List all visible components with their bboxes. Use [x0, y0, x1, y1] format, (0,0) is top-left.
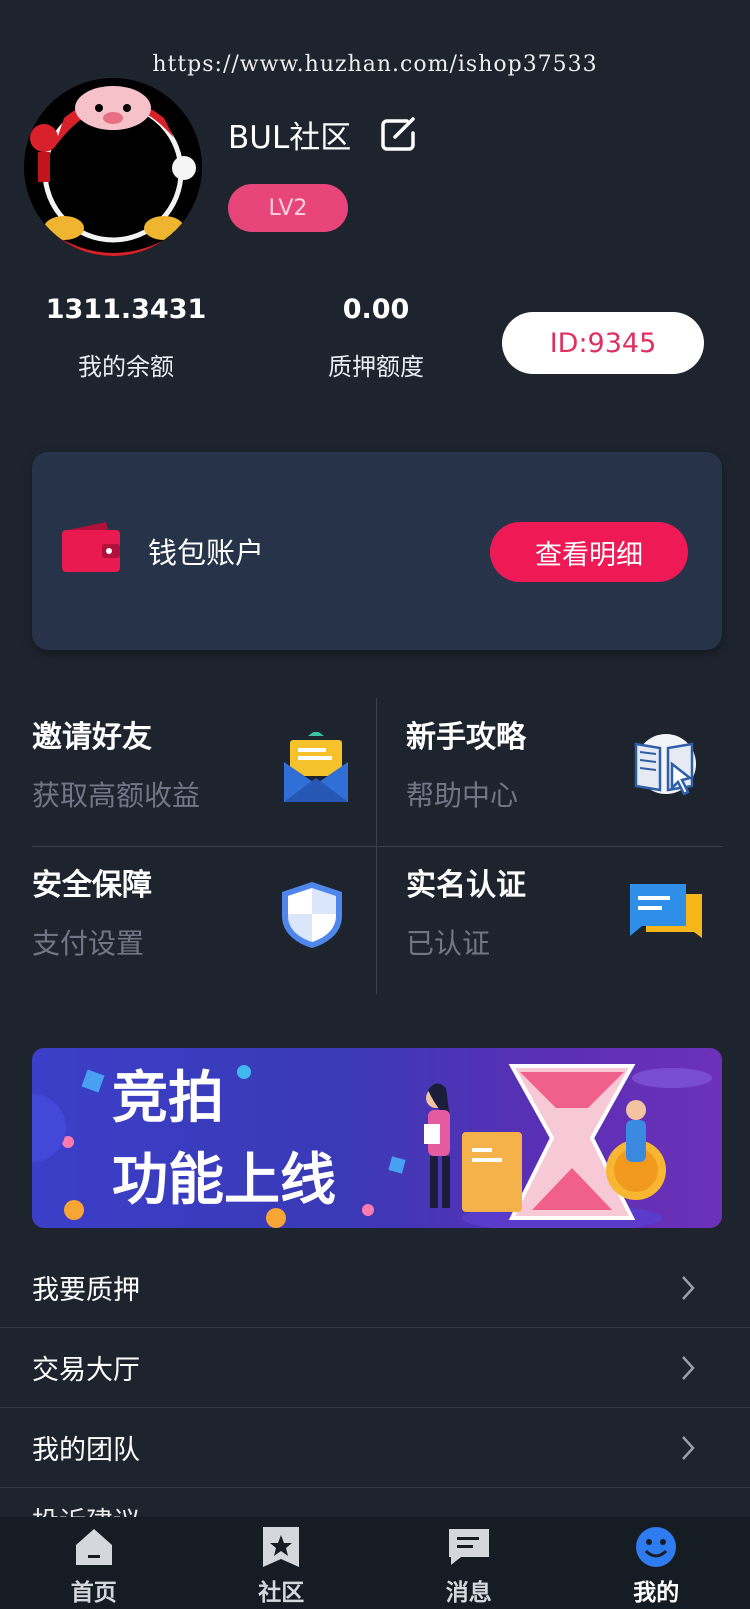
tab-community[interactable]: 社区 — [188, 1519, 375, 1607]
watermark-url: https://www.huzhan.com/ishop37533 — [152, 52, 598, 77]
tab-home[interactable]: 首页 — [0, 1519, 187, 1607]
tab-label: 我的 — [633, 1580, 680, 1606]
menu-item-my-team[interactable]: 我的团队 — [0, 1408, 750, 1488]
user-id-pill[interactable]: ID:9345 — [502, 312, 704, 374]
tab-label: 社区 — [258, 1580, 305, 1606]
menu-item-label: 交易大厅 — [32, 1355, 140, 1386]
wallet-icon — [62, 522, 120, 572]
chat-card-icon — [626, 876, 706, 948]
balance-label: 我的余额 — [78, 353, 174, 381]
menu-item-label: 我的团队 — [32, 1435, 140, 1466]
pledge-value: 0.00 — [342, 294, 410, 325]
edit-icon[interactable] — [377, 113, 421, 157]
view-details-button[interactable]: 查看明细 — [490, 522, 688, 582]
banner-line2: 功能上线 — [112, 1148, 336, 1213]
banner-line1: 竞拍 — [112, 1066, 224, 1131]
grid-item-subtitle: 已认证 — [406, 927, 491, 960]
pledge-label: 质押额度 — [328, 353, 424, 381]
level-badge: LV2 — [228, 184, 348, 232]
grid-item-subtitle: 帮助中心 — [406, 779, 519, 812]
grid-item-guide[interactable]: 新手攻略 帮助中心 — [32, 698, 722, 846]
banner-headline: 竞拍 功能上线 — [112, 1058, 336, 1222]
username: BUL社区 — [228, 112, 421, 157]
menu-item-label: 我要质押 — [32, 1275, 140, 1306]
grid-item-verification[interactable]: 实名认证 已认证 — [32, 846, 722, 994]
chevron-right-icon — [682, 1355, 695, 1380]
grid-item-title: 新手攻略 — [406, 720, 526, 755]
message-icon — [448, 1529, 489, 1565]
menu-item-trading-hall[interactable]: 交易大厅 — [0, 1328, 750, 1408]
tab-messages[interactable]: 消息 — [375, 1519, 562, 1607]
wallet-card: 钱包账户 查看明细 — [32, 452, 722, 650]
chevron-right-icon — [682, 1435, 695, 1460]
balance-stat[interactable]: 1311.3431 我的余额 — [26, 294, 226, 382]
star-bookmark-icon — [263, 1527, 300, 1567]
avatar-frame-icon — [24, 78, 202, 256]
pledge-stat[interactable]: 0.00 质押额度 — [276, 294, 476, 382]
balance-value: 1311.3431 — [45, 294, 207, 325]
chevron-right-icon — [682, 1275, 695, 1300]
bottom-tab-bar: 首页 社区 消息 我的 — [0, 1517, 750, 1609]
grid-item-title: 实名认证 — [406, 868, 526, 903]
menu-list: 我要质押 交易大厅 我的团队 — [0, 1248, 750, 1488]
tab-label: 首页 — [70, 1580, 117, 1606]
book-cursor-icon — [630, 728, 702, 800]
username-text: BUL社区 — [228, 120, 352, 156]
wallet-label: 钱包账户 — [148, 536, 265, 570]
menu-item-pledge[interactable]: 我要质押 — [0, 1248, 750, 1328]
auction-banner[interactable]: 竞拍 功能上线 — [32, 1048, 722, 1228]
home-icon — [75, 1529, 112, 1565]
smiley-icon — [636, 1527, 677, 1567]
feature-grid: 邀请好友 获取高额收益 新手攻略 帮助中心 安全保障 支付设置 实名认证 已认证 — [32, 698, 722, 994]
avatar[interactable] — [24, 78, 202, 256]
tab-mine[interactable]: 我的 — [563, 1519, 750, 1607]
tab-label: 消息 — [445, 1580, 492, 1606]
